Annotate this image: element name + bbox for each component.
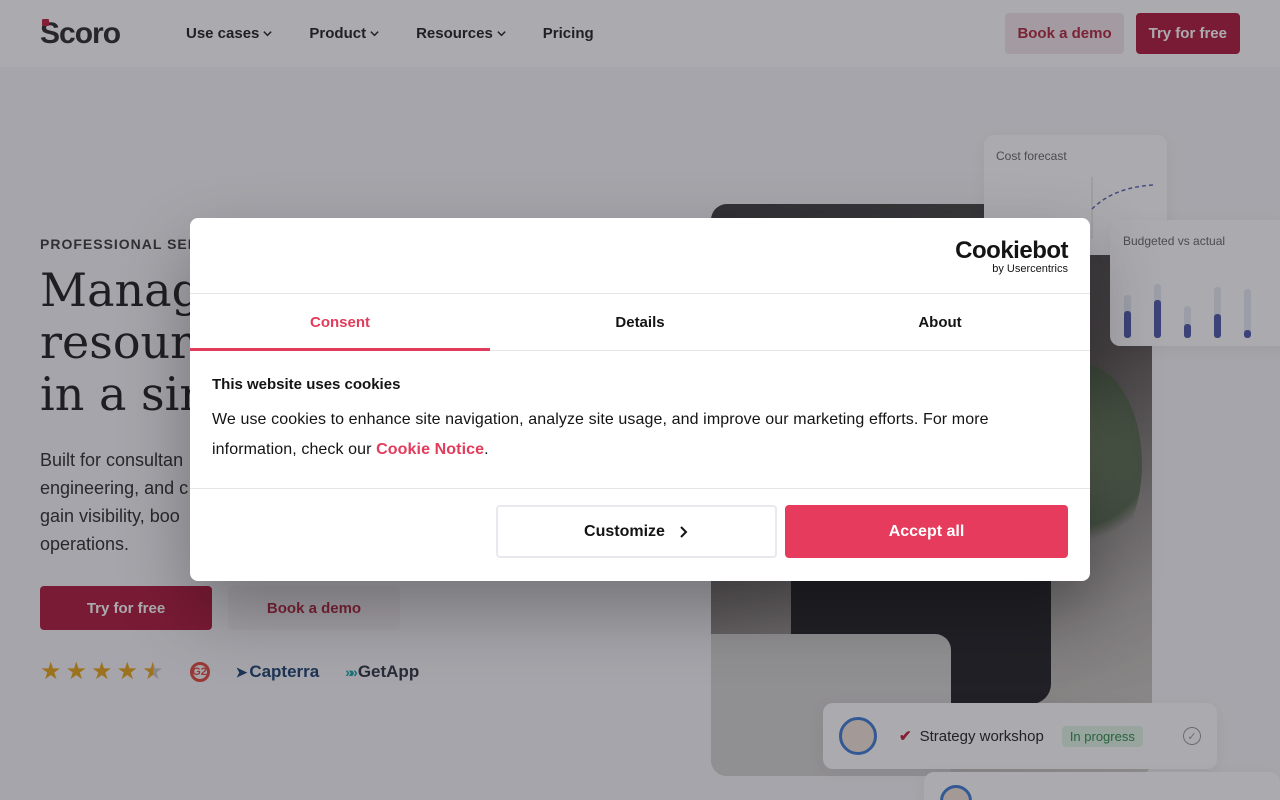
dialog-text-main: We use cookies to enhance site navigatio…	[212, 411, 989, 458]
accept-all-button[interactable]: Accept all	[785, 505, 1068, 558]
cookiebot-byline: by Usercentrics	[992, 263, 1068, 275]
chevron-right-icon	[680, 525, 688, 538]
dialog-header: Cookiebot by Usercentrics	[190, 218, 1090, 294]
dialog-text: We use cookies to enhance site navigatio…	[212, 405, 1068, 465]
dialog-actions: Customize Accept all	[496, 505, 1068, 558]
tab-about[interactable]: About	[790, 294, 1090, 350]
dialog-body: This website uses cookies We use cookies…	[190, 351, 1090, 489]
dialog-title: This website uses cookies	[212, 376, 401, 393]
tab-consent[interactable]: Consent	[190, 294, 490, 351]
cookie-consent-dialog: Cookiebot by Usercentrics Consent Detail…	[190, 218, 1090, 581]
dialog-tabs: Consent Details About	[190, 294, 1090, 351]
customize-label: Customize	[584, 522, 665, 540]
cookiebot-wordmark: Cookiebot	[955, 237, 1068, 264]
cookiebot-logo: Cookiebot by Usercentrics	[955, 237, 1068, 276]
dialog-text-end: .	[484, 441, 489, 458]
tab-details[interactable]: Details	[490, 294, 790, 350]
cookie-notice-link[interactable]: Cookie Notice	[376, 441, 484, 458]
customize-button[interactable]: Customize	[496, 505, 777, 558]
